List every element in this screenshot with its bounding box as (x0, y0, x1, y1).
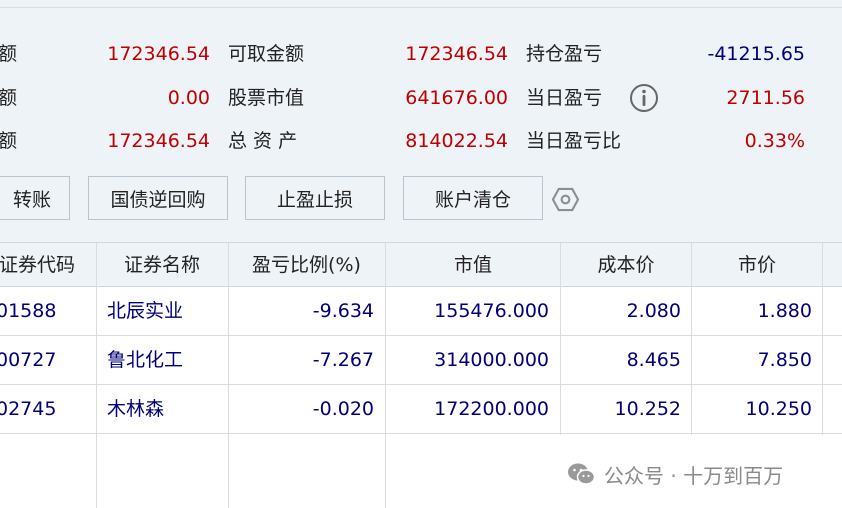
cell-market-price: 10.250 (745, 398, 812, 420)
summary-value-withdrawable: 172346.54 (405, 43, 508, 65)
summary-label-1-1: 额 (0, 43, 18, 65)
table-row[interactable]: 00727 鲁北化工 -7.267 314000.000 8.465 7.850 (0, 336, 842, 385)
table-row[interactable]: 01588 北辰实业 -9.634 155476.000 2.080 1.880 (0, 287, 842, 336)
summary-label-withdrawable: 可取金额 (228, 43, 305, 65)
cell-cost-price: 2.080 (626, 300, 681, 322)
summary-label-daily-pl-ratio: 当日盈亏比 (526, 130, 622, 152)
cell-cost-price: 10.252 (614, 398, 681, 420)
account-summary-panel: 额 172346.54 额 0.00 额 172346.54 可取金额 1723… (0, 0, 842, 243)
summary-value-daily-pl: 2711.56 (726, 87, 805, 109)
watermark: 公众号 · 十万到百万 (566, 459, 783, 489)
summary-value-stock-value: 641676.00 (405, 87, 508, 109)
header-security-code[interactable]: 证券代码 (0, 243, 78, 287)
cell-pl-ratio: -7.267 (312, 349, 374, 371)
cell-cost-price: 8.465 (626, 349, 681, 371)
summary-label-1-3: 额 (0, 130, 18, 152)
header-market-value[interactable]: 市值 (386, 243, 560, 287)
stop-profit-loss-button[interactable]: 止盈止损 (245, 176, 385, 220)
summary-label-stock-value: 股票市值 (228, 87, 305, 109)
cell-code: 01588 (0, 300, 57, 322)
cell-name: 木林森 (107, 398, 165, 420)
table-row[interactable]: 02745 木林森 -0.020 172200.000 10.252 10.25… (0, 385, 842, 434)
table-header: 证券代码 证券名称 盈亏比例(%) 市值 成本价 市价 (0, 243, 842, 287)
summary-label-total-assets: 总 资 产 (228, 130, 298, 152)
header-market-price[interactable]: 市价 (692, 243, 822, 287)
cell-market-value: 314000.000 (434, 349, 549, 371)
summary-value-daily-pl-ratio: 0.33% (744, 130, 805, 152)
cell-market-value: 155476.000 (434, 300, 549, 322)
cell-name: 鲁北化工 (107, 349, 184, 371)
cell-code: 02745 (0, 398, 57, 420)
summary-value-1-3: 172346.54 (107, 130, 210, 152)
summary-label-1-2: 额 (0, 87, 18, 109)
cell-code: 00727 (0, 349, 57, 371)
cell-market-price: 1.880 (757, 300, 812, 322)
cell-pl-ratio: -9.634 (312, 300, 374, 322)
transfer-button[interactable]: 转账 (0, 176, 70, 220)
summary-value-total-assets: 814022.54 (405, 130, 508, 152)
info-circle-icon[interactable] (628, 82, 660, 114)
top-divider (0, 7, 842, 8)
watermark-text: 公众号 · 十万到百万 (604, 463, 784, 488)
cell-market-price: 7.850 (757, 349, 812, 371)
cell-pl-ratio: -0.020 (312, 398, 374, 420)
clear-account-button[interactable]: 账户清仓 (403, 176, 543, 220)
summary-label-daily-pl: 当日盈亏 (526, 87, 603, 109)
header-security-name[interactable]: 证券名称 (96, 243, 228, 287)
summary-value-1-2: 0.00 (167, 87, 210, 109)
summary-label-position-pl: 持仓盈亏 (526, 43, 603, 65)
bond-reverse-repo-button[interactable]: 国债逆回购 (88, 176, 228, 220)
cell-name: 北辰实业 (107, 300, 184, 322)
header-pl-ratio[interactable]: 盈亏比例(%) (228, 243, 385, 287)
cell-market-value: 172200.000 (434, 398, 549, 420)
header-cost-price[interactable]: 成本价 (561, 243, 691, 287)
hexagon-gear-icon[interactable] (552, 186, 579, 213)
summary-value-position-pl: -41215.65 (707, 43, 805, 65)
summary-value-1-1: 172346.54 (107, 43, 210, 65)
wechat-icon (568, 463, 596, 485)
